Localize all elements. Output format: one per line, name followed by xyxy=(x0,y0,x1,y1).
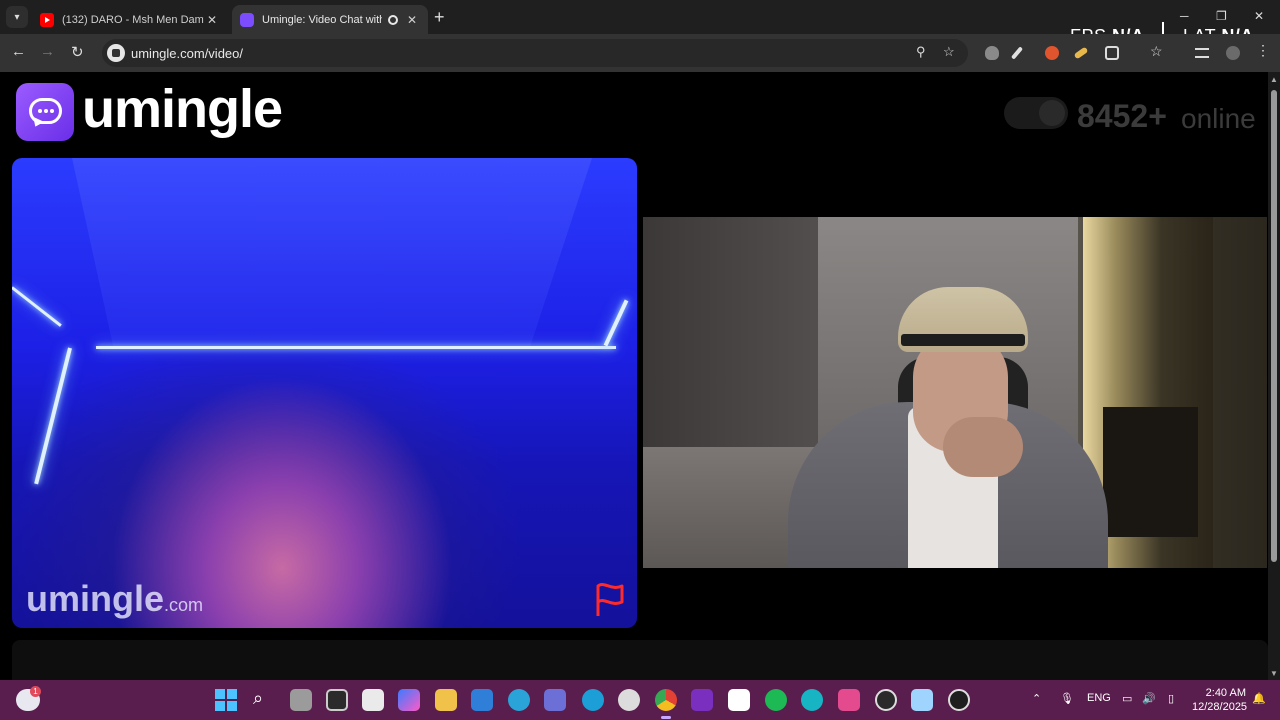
stranger-video: umingle.com xyxy=(12,158,637,628)
page-scrollbar[interactable]: ▲ ▼ xyxy=(1268,72,1280,680)
close-window-button[interactable]: ✕ xyxy=(1254,9,1264,23)
youtube-icon xyxy=(40,12,54,27)
task-view-icon[interactable] xyxy=(290,689,312,711)
tab-title: Umingle: Video Chat with St xyxy=(262,13,382,26)
battery-icon[interactable]: ▯ xyxy=(1168,692,1174,705)
recording-icon xyxy=(388,14,398,25)
umingle-logo-icon[interactable] xyxy=(16,83,74,141)
clock-time: 2:40 AM xyxy=(1205,687,1246,699)
volume-icon[interactable]: 🔊 xyxy=(1142,692,1156,705)
tab-umingle[interactable]: Umingle: Video Chat with St ✕ xyxy=(232,5,428,34)
tab-search-button[interactable]: ▾ xyxy=(6,6,28,28)
camera-app-icon[interactable] xyxy=(948,689,970,711)
bookmarks-icon[interactable]: ☆ xyxy=(1150,43,1164,59)
filter-toggle[interactable] xyxy=(1004,97,1068,129)
back-icon[interactable]: ← xyxy=(11,43,26,60)
bookmark-star-icon[interactable]: ☆ xyxy=(943,44,955,60)
umingle-page: umingle 8452+ online umingle.com xyxy=(0,72,1268,680)
clock-app-icon[interactable] xyxy=(618,689,640,711)
spotify-icon[interactable] xyxy=(765,689,787,711)
tab-title: (132) DARO - Msh Men Damy | xyxy=(62,13,204,26)
report-flag-icon[interactable] xyxy=(593,582,627,618)
slack-icon[interactable] xyxy=(728,689,750,711)
canva-icon[interactable] xyxy=(801,689,823,711)
taskbar-clock[interactable]: 2:40 AM 12/28/2025 xyxy=(1192,686,1248,714)
show-hidden-icons[interactable]: ⌃ xyxy=(1032,692,1041,705)
puzzle-extensions-icon[interactable] xyxy=(1105,46,1119,60)
browser-toolbar: ← → ↻ umingle.com/video/ ⚲ ☆ ☆ ⋮ xyxy=(0,34,1280,72)
umingle-icon xyxy=(240,12,254,27)
address-bar[interactable]: umingle.com/video/ ⚲ ☆ xyxy=(102,39,968,67)
onenote-icon[interactable] xyxy=(691,689,713,711)
shield-extension-icon[interactable] xyxy=(985,46,999,60)
reading-list-icon[interactable] xyxy=(1195,48,1209,58)
tab-close-icon[interactable]: ✕ xyxy=(404,13,420,27)
file-explorer-icon[interactable] xyxy=(435,689,457,711)
reload-icon[interactable]: ↻ xyxy=(71,43,84,61)
pencil-extension-icon[interactable] xyxy=(1073,46,1089,60)
eyedropper-extension-icon[interactable] xyxy=(1010,46,1024,60)
chat-panel[interactable] xyxy=(12,640,1268,680)
copilot-icon[interactable] xyxy=(398,689,420,711)
language-indicator[interactable]: ENG xyxy=(1087,692,1111,704)
flame-extension-icon[interactable] xyxy=(1045,46,1059,60)
chrome-icon[interactable] xyxy=(655,689,677,711)
zoom-icon[interactable]: ⚲ xyxy=(916,44,926,60)
notifications-icon[interactable]: 🔔 xyxy=(1252,692,1266,705)
store-icon[interactable] xyxy=(362,689,384,711)
forward-icon[interactable]: → xyxy=(40,43,55,60)
outlook-icon[interactable] xyxy=(471,689,493,711)
umingle-watermark: umingle.com xyxy=(26,578,204,619)
windows-taskbar: 1 ⌕ ⌃ 🎙 ENG ▭ 🔊 ▯ 2:40 AM 12/28/2025 🔔 xyxy=(0,680,1280,720)
active-app-indicator xyxy=(661,716,671,719)
tab-close-icon[interactable]: ✕ xyxy=(204,13,220,27)
self-video xyxy=(643,217,1267,568)
tab-youtube[interactable]: (132) DARO - Msh Men Damy | ✕ xyxy=(32,5,228,34)
online-label: online xyxy=(1181,103,1256,134)
widget-app-icon[interactable] xyxy=(911,689,933,711)
site-info-icon[interactable] xyxy=(107,44,125,62)
microphone-icon[interactable]: 🎙 xyxy=(1060,692,1074,705)
tab-strip: ▾ (132) DARO - Msh Men Damy | ✕ Umingle:… xyxy=(0,0,1280,48)
scroll-down-icon[interactable]: ▼ xyxy=(1270,669,1278,678)
scroll-thumb[interactable] xyxy=(1271,90,1277,562)
clock-date: 12/28/2025 xyxy=(1192,701,1248,713)
kebab-menu-icon[interactable]: ⋮ xyxy=(1256,42,1270,58)
start-button[interactable] xyxy=(215,689,237,711)
obs-icon[interactable] xyxy=(875,689,897,711)
grammarly-icon[interactable] xyxy=(508,689,530,711)
weather-badge: 1 xyxy=(30,686,41,697)
taskbar-search-icon[interactable]: ⌕ xyxy=(253,688,263,709)
edge-icon[interactable] xyxy=(582,689,604,711)
new-tab-button[interactable]: + xyxy=(434,8,445,26)
online-count: 8452+ xyxy=(1077,98,1167,134)
teams-icon[interactable] xyxy=(544,689,566,711)
scroll-up-icon[interactable]: ▲ xyxy=(1270,75,1278,84)
profile-avatar[interactable] xyxy=(1226,46,1240,60)
restore-button[interactable]: ❐ xyxy=(1216,9,1227,23)
dev-app-icon[interactable] xyxy=(838,689,860,711)
app-cube-icon[interactable] xyxy=(326,689,348,711)
network-icon[interactable]: ▭ xyxy=(1122,692,1132,705)
url-text[interactable]: umingle.com/video/ xyxy=(131,46,243,61)
logo-wordmark[interactable]: umingle xyxy=(82,78,283,140)
minimize-button[interactable]: ─ xyxy=(1180,9,1189,23)
